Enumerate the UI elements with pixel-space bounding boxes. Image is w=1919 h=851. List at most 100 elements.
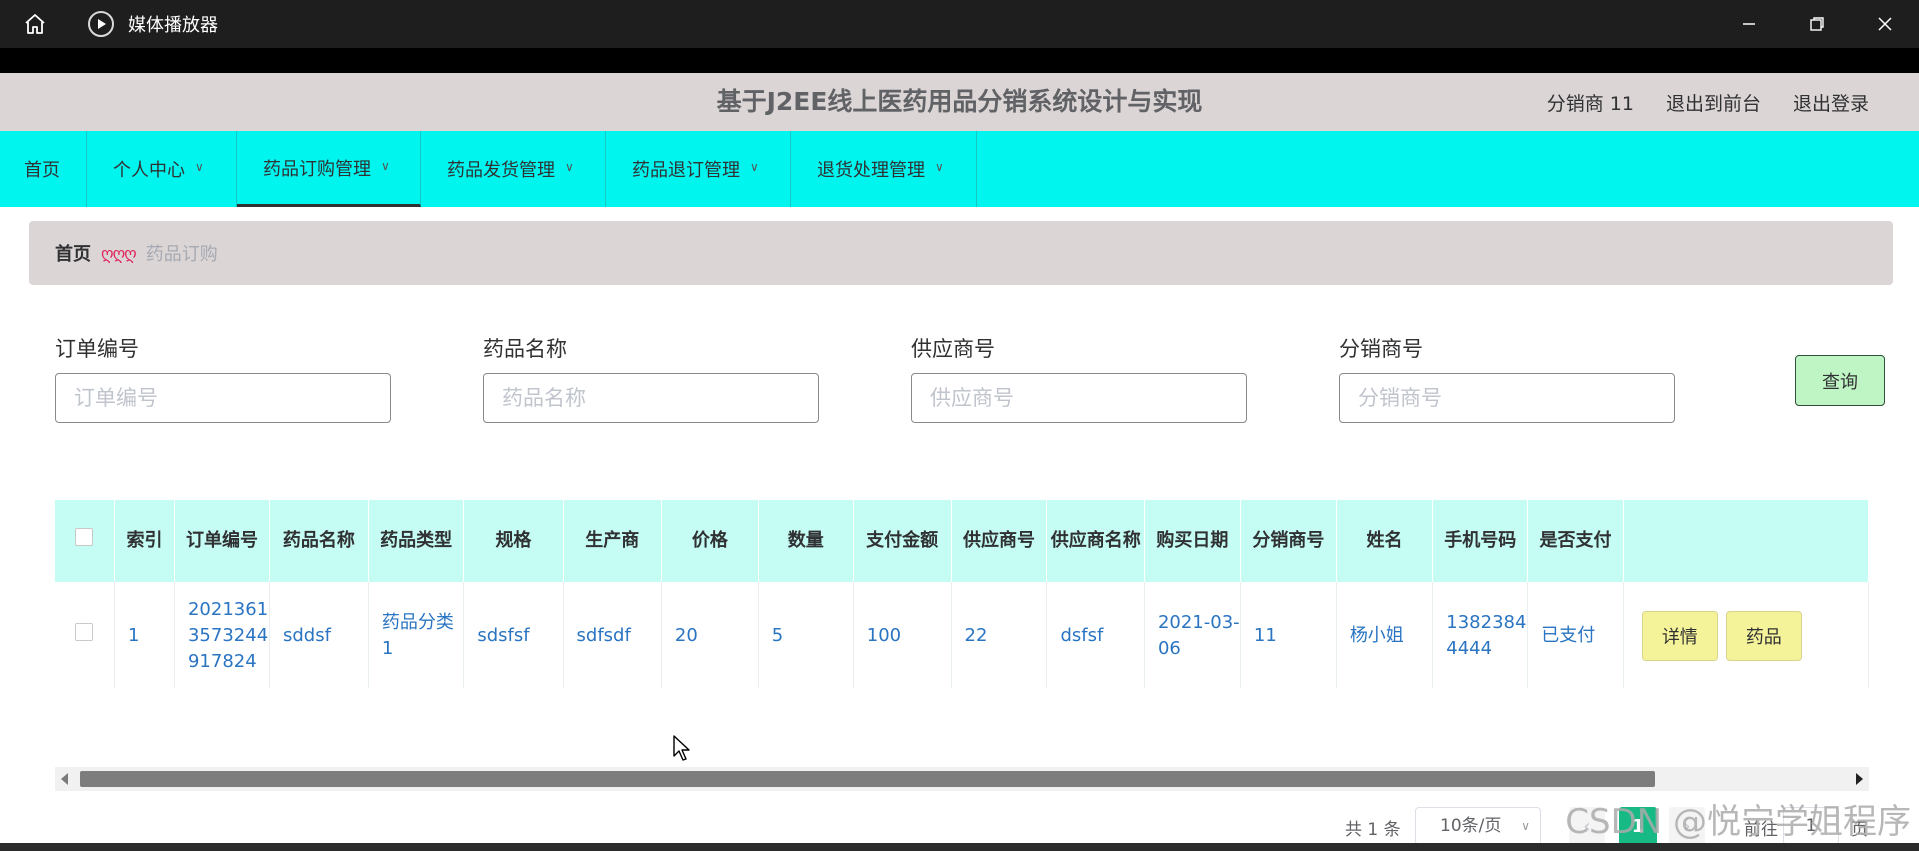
breadcrumb-separator: ღღღ bbox=[101, 243, 137, 263]
drug-name-input[interactable] bbox=[483, 373, 819, 423]
cell-actions: 详情 药品 bbox=[1623, 582, 1869, 688]
cell-name: 杨小姐 bbox=[1336, 582, 1434, 688]
drug-name-label: 药品名称 bbox=[483, 337, 567, 361]
main-nav: 首页 个人中心 ∨ 药品订购管理 ∨ 药品发货管理 ∨ 药品退订管理 ∨ 退货处理管理 ∨ bbox=[0, 131, 1919, 207]
logout-link[interactable]: 退出登录 bbox=[1793, 89, 1869, 116]
cell-spec: sdsfsf bbox=[463, 582, 564, 688]
supplier-no-input[interactable] bbox=[911, 373, 1247, 423]
cell-index: 1 bbox=[114, 582, 175, 688]
page-size-value: 10条/页 bbox=[1440, 816, 1502, 836]
cell-qty: 5 bbox=[758, 582, 854, 688]
cell-drug-type: 药品分类1 bbox=[368, 582, 465, 688]
mouse-cursor-icon bbox=[673, 735, 690, 761]
column-header: 订单编号 bbox=[174, 500, 271, 582]
app-window: 基于J2EE线上医药用品分销系统设计与实现 分销商 11 退出到前台 退出登录 … bbox=[0, 73, 1919, 843]
nav-item-drug-order[interactable]: 药品订购管理 ∨ bbox=[237, 131, 421, 207]
nav-item-label: 药品订购管理 bbox=[263, 158, 371, 180]
supplier-no-label: 供应商号 bbox=[911, 337, 995, 361]
actions-header bbox=[1623, 500, 1869, 582]
column-header: 生产商 bbox=[563, 500, 662, 582]
select-all-checkbox[interactable] bbox=[75, 528, 94, 546]
cell-supplier-name: dsfsf bbox=[1046, 582, 1145, 688]
total-count: 共 1 条 bbox=[1345, 820, 1401, 840]
nav-item-drug-cancel[interactable]: 药品退订管理 ∨ bbox=[606, 131, 791, 207]
breadcrumb: 首页 ღღღ 药品订购 bbox=[29, 221, 1893, 285]
column-header: 供应商名称 bbox=[1046, 500, 1145, 582]
cell-paid: 已支付 bbox=[1527, 582, 1624, 688]
column-header: 供应商号 bbox=[951, 500, 1048, 582]
exit-to-front-link[interactable]: 退出到前台 bbox=[1666, 89, 1761, 116]
cell-maker: sdfsdf bbox=[563, 582, 662, 688]
scroll-right-icon[interactable] bbox=[1856, 773, 1863, 785]
window-title: 媒体播放器 bbox=[128, 15, 218, 36]
nav-item-home[interactable]: 首页 bbox=[0, 131, 87, 207]
table-header-row: 索引 订单编号 药品名称 药品类型 规格 生产商 价格 数量 支付金额 供应商号… bbox=[55, 500, 1869, 582]
nav-item-label: 药品发货管理 bbox=[447, 160, 555, 181]
media-player-icon bbox=[88, 11, 114, 37]
home-button[interactable] bbox=[0, 0, 70, 48]
row-select-cell bbox=[55, 582, 115, 688]
scrollbar-thumb[interactable] bbox=[80, 771, 1655, 787]
column-header: 药品名称 bbox=[269, 500, 369, 582]
page-size-select[interactable]: 10条/页 ∨ bbox=[1415, 807, 1541, 843]
current-user: 分销商 11 bbox=[1546, 92, 1634, 115]
minimize-button[interactable] bbox=[1715, 0, 1783, 48]
watermark: CSDN @悦宁学姐程序 bbox=[1565, 802, 1911, 842]
nav-item-return-handling[interactable]: 退货处理管理 ∨ bbox=[791, 131, 977, 207]
chevron-down-icon: ∨ bbox=[750, 160, 759, 174]
order-no-label: 订单编号 bbox=[55, 337, 139, 361]
restore-icon bbox=[1810, 17, 1824, 31]
breadcrumb-current: 药品订购 bbox=[145, 244, 218, 265]
close-button[interactable] bbox=[1851, 0, 1919, 48]
distributor-no-label: 分销商号 bbox=[1339, 337, 1423, 361]
search-form: 订单编号 药品名称 供应商号 分销商号 查询 bbox=[55, 333, 1885, 453]
nav-item-label: 首页 bbox=[24, 160, 60, 181]
chevron-down-icon: ∨ bbox=[565, 160, 574, 174]
chevron-down-icon: ∨ bbox=[381, 158, 390, 173]
distributor-no-input[interactable] bbox=[1339, 373, 1675, 423]
home-icon bbox=[25, 14, 45, 34]
column-header: 数量 bbox=[758, 500, 854, 582]
select-all-cell bbox=[55, 500, 115, 582]
close-icon bbox=[1878, 17, 1892, 31]
chevron-down-icon: ∨ bbox=[935, 160, 944, 174]
minimize-icon bbox=[1743, 23, 1755, 25]
cell-order-no: 20213613573244917824 bbox=[174, 582, 271, 688]
nav-item-label: 个人中心 bbox=[113, 160, 185, 181]
scroll-left-icon[interactable] bbox=[61, 773, 68, 785]
bottom-divider bbox=[0, 843, 1919, 851]
nav-item-label: 退货处理管理 bbox=[817, 160, 925, 181]
nav-item-label: 药品退订管理 bbox=[632, 160, 740, 181]
order-no-field: 订单编号 bbox=[55, 333, 391, 423]
drug-action-button[interactable]: 药品 bbox=[1725, 610, 1802, 661]
cell-supplier-no: 22 bbox=[951, 582, 1048, 688]
cell-drug-name: sddsf bbox=[269, 582, 369, 688]
distributor-no-field: 分销商号 bbox=[1339, 333, 1675, 423]
column-header: 分销商号 bbox=[1240, 500, 1337, 582]
column-header: 手机号码 bbox=[1432, 500, 1529, 582]
nav-item-drug-shipping[interactable]: 药品发货管理 ∨ bbox=[421, 131, 606, 207]
chevron-down-icon: ∨ bbox=[1521, 819, 1530, 833]
column-header: 是否支付 bbox=[1527, 500, 1624, 582]
drug-name-field: 药品名称 bbox=[483, 333, 819, 423]
cell-phone: 13823844444 bbox=[1432, 582, 1529, 688]
data-table: 索引 订单编号 药品名称 药品类型 规格 生产商 价格 数量 支付金额 供应商号… bbox=[55, 500, 1869, 688]
chevron-down-icon: ∨ bbox=[195, 160, 204, 174]
cell-buy-date: 2021-03-06 bbox=[1144, 582, 1241, 688]
cell-price: 20 bbox=[661, 582, 759, 688]
column-header: 姓名 bbox=[1336, 500, 1434, 582]
table-row: 1 20213613573244917824 sddsf 药品分类1 sdsfs… bbox=[55, 582, 1869, 688]
order-no-input[interactable] bbox=[55, 373, 391, 423]
nav-item-personal-center[interactable]: 个人中心 ∨ bbox=[87, 131, 237, 207]
restore-button[interactable] bbox=[1783, 0, 1851, 48]
row-checkbox[interactable] bbox=[75, 622, 94, 641]
query-button[interactable]: 查询 bbox=[1795, 355, 1885, 406]
detail-button[interactable]: 详情 bbox=[1641, 610, 1718, 661]
window-titlebar: 媒体播放器 bbox=[0, 0, 1919, 48]
column-header: 索引 bbox=[114, 500, 175, 582]
cell-distributor-no: 11 bbox=[1240, 582, 1337, 688]
horizontal-scrollbar[interactable] bbox=[55, 767, 1869, 791]
main-content: 订单编号 药品名称 供应商号 分销商号 查询 bbox=[29, 295, 1893, 843]
breadcrumb-home[interactable]: 首页 bbox=[55, 240, 91, 266]
column-header: 规格 bbox=[463, 500, 564, 582]
